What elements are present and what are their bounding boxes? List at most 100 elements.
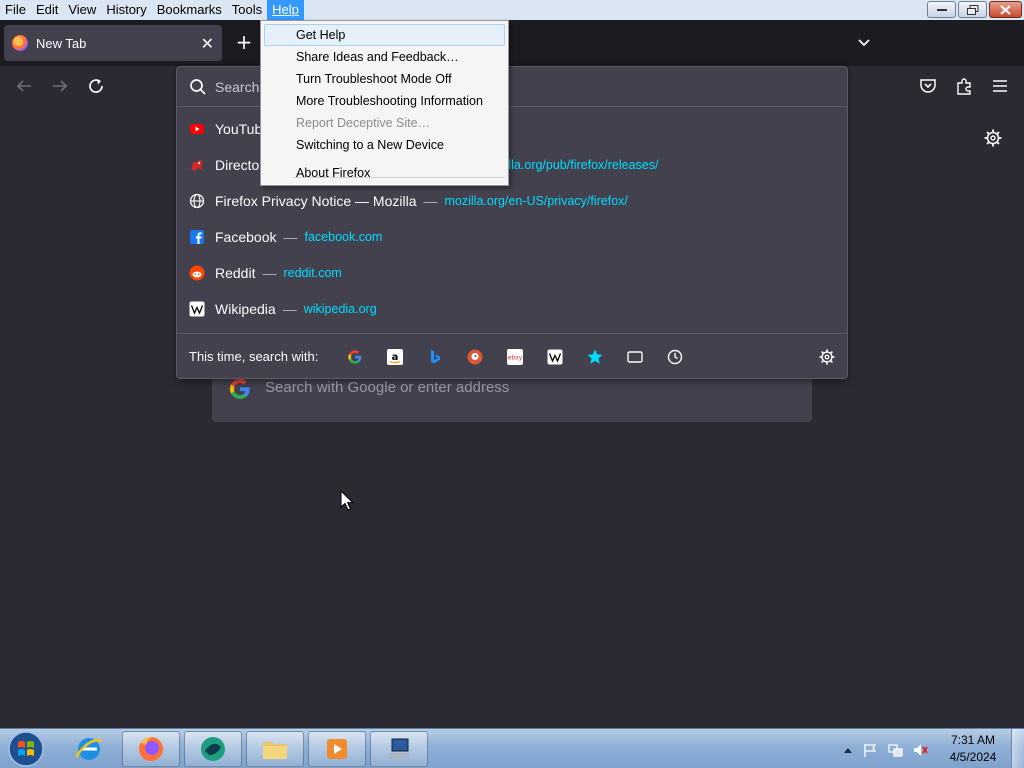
minimize-icon (936, 8, 947, 11)
pocket-button[interactable] (918, 76, 938, 96)
windows-start-icon (8, 731, 44, 767)
customize-newtab-button[interactable] (983, 128, 1003, 148)
clock-date: 4/5/2024 (949, 750, 997, 764)
menu-history-label: History (106, 2, 147, 17)
menu-item-label: More Troubleshooting Information (296, 94, 483, 108)
app-icon (201, 737, 225, 761)
system-clock[interactable]: 7:31 AM 4/5/2024 (940, 732, 1006, 766)
ebay-icon: ebay (507, 349, 523, 365)
engine-ebay-button[interactable]: ebay (506, 348, 524, 366)
gear-icon (819, 349, 835, 365)
list-all-tabs-button[interactable] (852, 31, 876, 55)
engine-google-button[interactable] (346, 348, 364, 366)
extensions-button[interactable] (954, 76, 974, 96)
tab-icon (627, 351, 643, 363)
menu-history[interactable]: History (101, 0, 151, 20)
menu-item-label: Get Help (296, 28, 346, 42)
wikipedia-icon (547, 349, 563, 365)
forward-button[interactable] (50, 76, 70, 96)
help-menu-item-troubleshooting-info[interactable]: More Troubleshooting Information (264, 90, 505, 112)
help-menu-popup: Get Help Share Ideas and Feedback… Turn … (260, 20, 509, 186)
tabs-search-button[interactable] (626, 348, 644, 366)
menu-file[interactable]: File (0, 0, 31, 20)
firefox-icon (139, 736, 163, 761)
menu-edit[interactable]: Edit (31, 0, 63, 20)
new-tab-button[interactable]: + (232, 31, 256, 55)
minimize-button[interactable] (927, 1, 956, 18)
engine-duckduckgo-button[interactable] (466, 348, 484, 366)
result-title: Wikipedia (215, 301, 276, 317)
taskbar-app[interactable] (184, 731, 242, 767)
search-settings-button[interactable] (818, 348, 836, 366)
menu-tools[interactable]: Tools (227, 0, 267, 20)
volume-muted-icon[interactable] (912, 742, 928, 758)
app-menu-button[interactable] (990, 76, 1010, 96)
show-hidden-icons-icon[interactable] (843, 746, 853, 754)
firefox-icon (12, 35, 28, 51)
result-reddit[interactable]: Reddit — reddit.com (177, 255, 847, 291)
close-tab-icon[interactable]: ✕ (201, 34, 214, 53)
engine-wikipedia-button[interactable] (546, 348, 564, 366)
reddit-icon (189, 265, 205, 281)
network-icon[interactable] (887, 742, 903, 758)
forward-arrow-icon (53, 80, 68, 92)
engine-bing-button[interactable] (426, 348, 444, 366)
reload-button[interactable] (86, 76, 106, 96)
action-center-flag-icon[interactable] (862, 742, 878, 758)
history-search-button[interactable] (666, 348, 684, 366)
tab-new-tab[interactable]: New Tab ✕ (4, 25, 222, 61)
google-icon (229, 378, 250, 400)
globe-icon (189, 193, 205, 209)
window-controls (927, 1, 1022, 18)
gear-icon (984, 129, 1002, 147)
taskbar-internet-explorer[interactable] (60, 731, 118, 767)
engine-amazon-button[interactable]: a (386, 348, 404, 366)
menu-bar: File Edit View History Bookmarks Tools H… (0, 0, 1024, 20)
bookmarks-search-button[interactable] (586, 348, 604, 366)
taskbar-firefox[interactable] (122, 731, 180, 767)
menu-item-label: Share Ideas and Feedback… (296, 50, 459, 64)
menu-help-label: Help (272, 2, 299, 17)
menu-bookmarks[interactable]: Bookmarks (152, 0, 227, 20)
tab-title: New Tab (36, 35, 87, 51)
wikipedia-icon (189, 301, 205, 317)
back-arrow-icon (16, 80, 31, 92)
pocket-icon (920, 79, 936, 93)
reload-icon (89, 79, 103, 93)
chevron-down-icon (858, 39, 870, 47)
result-title: Facebook (215, 229, 277, 245)
result-wikipedia[interactable]: Wikipedia — wikipedia.org (177, 291, 847, 327)
taskbar-network[interactable] (370, 731, 428, 767)
urlbar-input-text: Search (215, 79, 260, 95)
menu-file-label: File (5, 2, 26, 17)
taskbar-windows-explorer[interactable] (246, 731, 304, 767)
star-icon (587, 349, 603, 364)
help-menu-item-about-firefox[interactable]: About Firefox (264, 162, 505, 184)
restore-button[interactable] (958, 1, 987, 18)
back-button[interactable] (14, 76, 34, 96)
help-menu-item-troubleshoot-mode[interactable]: Turn Troubleshoot Mode Off (264, 68, 505, 90)
result-facebook[interactable]: Facebook — facebook.com (177, 219, 847, 255)
search-icon (190, 79, 206, 95)
close-window-button[interactable] (989, 1, 1022, 18)
help-menu-item-get-help[interactable]: Get Help (264, 24, 505, 46)
result-url: zilla.org/pub/firefox/releases/ (499, 158, 659, 172)
result-separator: — (262, 265, 277, 281)
menu-tools-label: Tools (231, 2, 263, 17)
result-separator: — (423, 193, 438, 209)
internet-explorer-icon (74, 738, 103, 760)
help-menu-item-share-feedback[interactable]: Share Ideas and Feedback… (264, 46, 505, 68)
menu-item-label: Switching to a New Device (296, 138, 444, 152)
result-privacy-notice[interactable]: Firefox Privacy Notice — Mozilla — mozil… (177, 183, 847, 219)
taskbar-media-player[interactable] (308, 731, 366, 767)
result-url: facebook.com (304, 230, 383, 244)
taskbar: 7:31 AM 4/5/2024 (0, 728, 1024, 768)
show-desktop-button[interactable] (1011, 729, 1024, 768)
menu-help[interactable]: Help (267, 0, 304, 20)
mozilla-dino-icon (191, 159, 203, 171)
one-off-label: This time, search with: (189, 349, 319, 364)
help-menu-item-new-device[interactable]: Switching to a New Device (264, 134, 505, 156)
menu-view[interactable]: View (63, 0, 101, 20)
hamburger-menu-icon (993, 80, 1007, 92)
start-button[interactable] (6, 730, 46, 768)
